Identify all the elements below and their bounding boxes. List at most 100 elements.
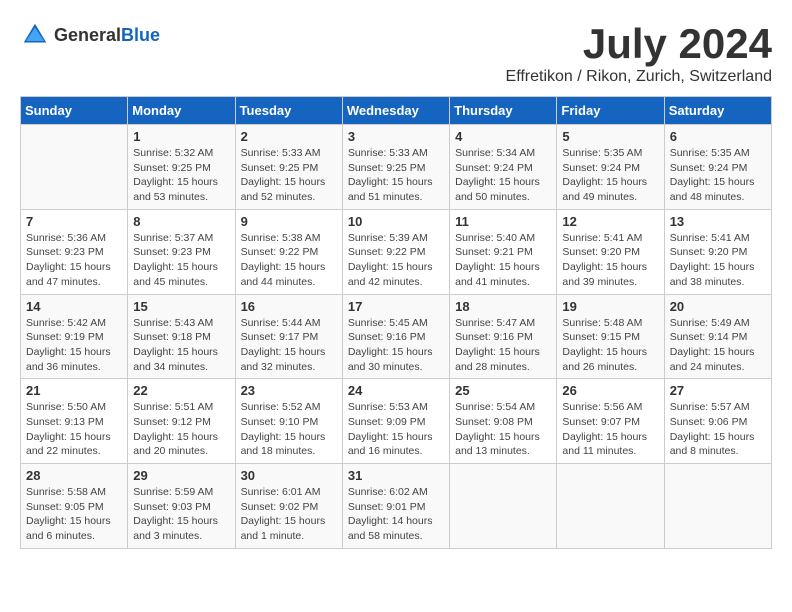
calendar-cell: 29Sunrise: 5:59 AM Sunset: 9:03 PM Dayli… (128, 464, 235, 549)
calendar-week-row: 21 Sunrise: 5:50 AM Sunset: 9:13 PM Dayli… (21, 379, 772, 464)
calendar-cell: 2 Sunrise: 5:33 AM Sunset: 9:25 PM Daylig… (235, 125, 342, 210)
day-number: 31 (348, 468, 444, 483)
calendar-cell: 1Sunrise: 5:32 AM Sunset: 9:25 PM Daylig… (128, 125, 235, 210)
day-number: 26 (562, 383, 658, 398)
day-number: 3 (348, 129, 444, 144)
logo: GeneralBlue (20, 20, 160, 50)
calendar-cell: 19 Sunrise: 5:48 AM Sunset: 9:15 PM Dayli… (557, 294, 664, 379)
calendar-cell: 24 Sunrise: 5:53 AM Sunset: 9:09 PM Dayli… (342, 379, 449, 464)
day-info: Sunrise: 5:50 AM Sunset: 9:13 PM Dayligh… (26, 400, 122, 459)
calendar-cell (664, 464, 771, 549)
day-info: Sunrise: 5:51 AM Sunset: 9:12 PM Dayligh… (133, 400, 229, 459)
logo-blue: Blue (121, 25, 160, 45)
day-number: 10 (348, 214, 444, 229)
day-info: Sunrise: 5:58 AM Sunset: 9:05 PM Dayligh… (26, 485, 122, 544)
day-info: Sunrise: 5:47 AM Sunset: 9:16 PM Dayligh… (455, 316, 551, 375)
calendar-cell: 16 Sunrise: 5:44 AM Sunset: 9:17 PM Dayli… (235, 294, 342, 379)
logo-text: GeneralBlue (54, 25, 160, 46)
day-info: Sunrise: 5:44 AM Sunset: 9:17 PM Dayligh… (241, 316, 337, 375)
day-number: 23 (241, 383, 337, 398)
day-number: 2 (241, 129, 337, 144)
day-number: 27 (670, 383, 766, 398)
day-number: 4 (455, 129, 551, 144)
day-info: Sunrise: 5:56 AM Sunset: 9:07 PM Dayligh… (562, 400, 658, 459)
calendar-table: SundayMondayTuesdayWednesdayThursdayFrid… (20, 96, 772, 549)
day-number: 28 (26, 468, 122, 483)
day-number: 21 (26, 383, 122, 398)
day-number: 11 (455, 214, 551, 229)
day-info: Sunrise: 6:01 AM Sunset: 9:02 PM Dayligh… (241, 485, 337, 544)
day-number: 22 (133, 383, 229, 398)
main-title: July 2024 (506, 20, 772, 68)
calendar-cell (450, 464, 557, 549)
calendar-cell: 25Sunrise: 5:54 AM Sunset: 9:08 PM Dayli… (450, 379, 557, 464)
logo-icon (20, 20, 50, 50)
day-info: Sunrise: 5:41 AM Sunset: 9:20 PM Dayligh… (670, 231, 766, 290)
calendar-cell: 9Sunrise: 5:38 AM Sunset: 9:22 PM Daylig… (235, 209, 342, 294)
day-number: 19 (562, 299, 658, 314)
day-number: 18 (455, 299, 551, 314)
calendar-cell: 27 Sunrise: 5:57 AM Sunset: 9:06 PM Dayli… (664, 379, 771, 464)
day-number: 20 (670, 299, 766, 314)
calendar-cell: 17 Sunrise: 5:45 AM Sunset: 9:16 PM Dayli… (342, 294, 449, 379)
header-day-sunday: Sunday (21, 97, 128, 125)
day-info: Sunrise: 5:41 AM Sunset: 9:20 PM Dayligh… (562, 231, 658, 290)
calendar-week-row: 7 Sunrise: 5:36 AM Sunset: 9:23 PM Daylig… (21, 209, 772, 294)
calendar-cell: 30 Sunrise: 6:01 AM Sunset: 9:02 PM Dayli… (235, 464, 342, 549)
day-number: 6 (670, 129, 766, 144)
day-info: Sunrise: 5:52 AM Sunset: 9:10 PM Dayligh… (241, 400, 337, 459)
header-day-tuesday: Tuesday (235, 97, 342, 125)
day-number: 24 (348, 383, 444, 398)
day-number: 16 (241, 299, 337, 314)
calendar-cell: 5 Sunrise: 5:35 AM Sunset: 9:24 PM Daylig… (557, 125, 664, 210)
calendar-cell: 18 Sunrise: 5:47 AM Sunset: 9:16 PM Dayli… (450, 294, 557, 379)
calendar-body: 1Sunrise: 5:32 AM Sunset: 9:25 PM Daylig… (21, 125, 772, 549)
day-number: 15 (133, 299, 229, 314)
day-number: 1 (133, 129, 229, 144)
day-info: Sunrise: 5:36 AM Sunset: 9:23 PM Dayligh… (26, 231, 122, 290)
day-info: Sunrise: 5:45 AM Sunset: 9:16 PM Dayligh… (348, 316, 444, 375)
calendar-cell: 13 Sunrise: 5:41 AM Sunset: 9:20 PM Dayli… (664, 209, 771, 294)
day-info: Sunrise: 5:43 AM Sunset: 9:18 PM Dayligh… (133, 316, 229, 375)
calendar-week-row: 28 Sunrise: 5:58 AM Sunset: 9:05 PM Dayli… (21, 464, 772, 549)
calendar-week-row: 14 Sunrise: 5:42 AM Sunset: 9:19 PM Dayli… (21, 294, 772, 379)
header-day-saturday: Saturday (664, 97, 771, 125)
day-number: 9 (241, 214, 337, 229)
day-info: Sunrise: 5:57 AM Sunset: 9:06 PM Dayligh… (670, 400, 766, 459)
header-day-wednesday: Wednesday (342, 97, 449, 125)
day-number: 30 (241, 468, 337, 483)
day-info: Sunrise: 5:39 AM Sunset: 9:22 PM Dayligh… (348, 231, 444, 290)
calendar-cell: 15 Sunrise: 5:43 AM Sunset: 9:18 PM Dayli… (128, 294, 235, 379)
day-number: 25 (455, 383, 551, 398)
title-area: July 2024 Effretikon / Rikon, Zurich, Sw… (506, 20, 772, 86)
day-number: 17 (348, 299, 444, 314)
calendar-cell: 4Sunrise: 5:34 AM Sunset: 9:24 PM Daylig… (450, 125, 557, 210)
day-info: Sunrise: 5:42 AM Sunset: 9:19 PM Dayligh… (26, 316, 122, 375)
calendar-cell: 20Sunrise: 5:49 AM Sunset: 9:14 PM Dayli… (664, 294, 771, 379)
day-info: Sunrise: 5:33 AM Sunset: 9:25 PM Dayligh… (348, 146, 444, 205)
calendar-cell: 7 Sunrise: 5:36 AM Sunset: 9:23 PM Daylig… (21, 209, 128, 294)
day-number: 13 (670, 214, 766, 229)
calendar-cell: 21 Sunrise: 5:50 AM Sunset: 9:13 PM Dayli… (21, 379, 128, 464)
day-info: Sunrise: 5:35 AM Sunset: 9:24 PM Dayligh… (562, 146, 658, 205)
day-number: 7 (26, 214, 122, 229)
calendar-cell: 23 Sunrise: 5:52 AM Sunset: 9:10 PM Dayli… (235, 379, 342, 464)
header-day-friday: Friday (557, 97, 664, 125)
calendar-cell (557, 464, 664, 549)
day-info: Sunrise: 5:33 AM Sunset: 9:25 PM Dayligh… (241, 146, 337, 205)
day-info: Sunrise: 6:02 AM Sunset: 9:01 PM Dayligh… (348, 485, 444, 544)
calendar-cell: 10 Sunrise: 5:39 AM Sunset: 9:22 PM Dayli… (342, 209, 449, 294)
day-number: 8 (133, 214, 229, 229)
day-info: Sunrise: 5:59 AM Sunset: 9:03 PM Dayligh… (133, 485, 229, 544)
day-info: Sunrise: 5:48 AM Sunset: 9:15 PM Dayligh… (562, 316, 658, 375)
day-number: 5 (562, 129, 658, 144)
day-number: 14 (26, 299, 122, 314)
header: GeneralBlue July 2024 Effretikon / Rikon… (20, 20, 772, 86)
logo-general: General (54, 25, 121, 45)
calendar-cell (21, 125, 128, 210)
day-info: Sunrise: 5:53 AM Sunset: 9:09 PM Dayligh… (348, 400, 444, 459)
calendar-cell: 14 Sunrise: 5:42 AM Sunset: 9:19 PM Dayli… (21, 294, 128, 379)
calendar-cell: 28 Sunrise: 5:58 AM Sunset: 9:05 PM Dayli… (21, 464, 128, 549)
day-info: Sunrise: 5:35 AM Sunset: 9:24 PM Dayligh… (670, 146, 766, 205)
calendar-cell: 8Sunrise: 5:37 AM Sunset: 9:23 PM Daylig… (128, 209, 235, 294)
